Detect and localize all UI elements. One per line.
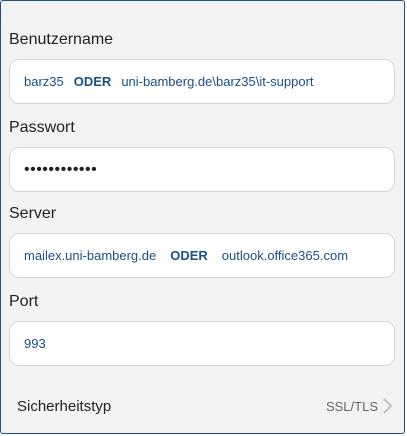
- security-type-value: SSL/TLS: [325, 398, 378, 414]
- username-field[interactable]: barz35 ODER uni-bamberg.de\barz35\it-sup…: [9, 59, 395, 104]
- security-type-label: Sicherheitstyp: [17, 397, 112, 415]
- port-value: 993: [24, 336, 46, 351]
- security-type-row[interactable]: Sicherheitstyp SSL/TLS: [1, 381, 404, 431]
- server-or-text: ODER: [170, 248, 208, 263]
- server-label: Server: [9, 205, 57, 222]
- username-label: Benutzername: [9, 31, 114, 48]
- username-value-option-b: uni-bamberg.de\barz35\it-support: [121, 74, 314, 89]
- server-value-option-b: outlook.office365.com: [221, 248, 349, 263]
- password-field[interactable]: ••••••••••••: [9, 147, 395, 192]
- password-label: Passwort: [9, 119, 75, 136]
- port-field[interactable]: 993: [9, 321, 395, 366]
- username-value-option-a: barz35: [24, 74, 64, 89]
- server-field[interactable]: mailex.uni-bamberg.de ODER outlook.offic…: [9, 233, 395, 278]
- server-value-option-a: mailex.uni-bamberg.de: [24, 248, 157, 263]
- account-settings-panel: Benutzername barz35 ODER uni-bamberg.de\…: [0, 0, 405, 434]
- port-label: Port: [9, 293, 39, 310]
- password-masked-value: ••••••••••••: [24, 160, 98, 178]
- username-or-text: ODER: [73, 74, 112, 89]
- chevron-right-icon: [383, 398, 393, 414]
